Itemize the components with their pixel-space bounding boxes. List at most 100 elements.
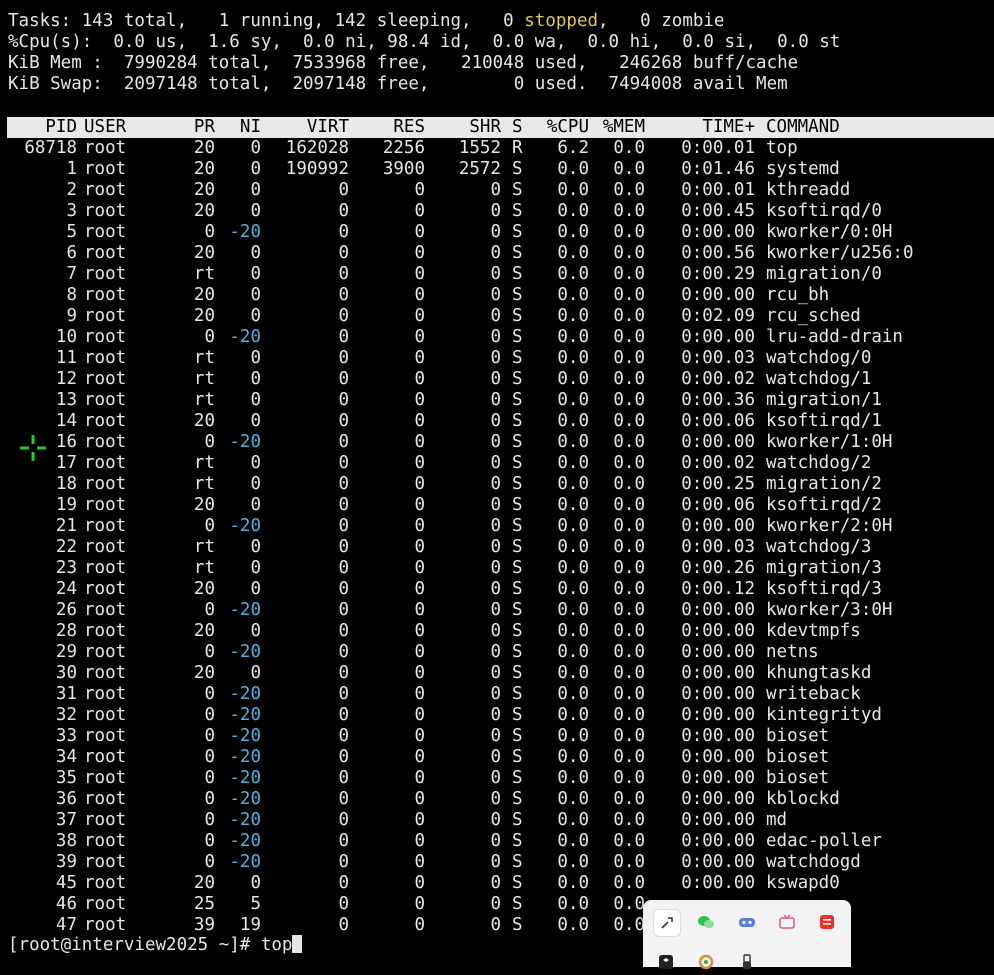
cell-pid: 30 <box>55 663 77 683</box>
cell-mem: 0.0 <box>613 495 645 515</box>
cell-shr: 0 <box>490 369 501 389</box>
process-list: 68718 root 20 0 162028 2256 1552 R 6.2 0.0 0:00.01… <box>7 138 994 936</box>
shell-prompt[interactable]: [root@interview2025 ~]# top <box>8 935 303 956</box>
cell-mem: 0.0 <box>613 726 645 746</box>
cell-virt: 0 <box>338 432 349 452</box>
cell-res: 0 <box>414 537 425 557</box>
browser-icon[interactable] <box>693 949 719 975</box>
wechat-icon[interactable] <box>693 909 719 935</box>
game-controller-icon[interactable] <box>734 909 760 935</box>
cell-state: S <box>512 369 523 389</box>
cell-mem: 0.0 <box>613 138 645 158</box>
cell-shr: 0 <box>490 432 501 452</box>
cell-time: 0:00.26 <box>681 558 755 578</box>
cell-virt: 0 <box>338 390 349 410</box>
cell-state: S <box>512 432 523 452</box>
cell-ni: 0 <box>250 369 261 389</box>
cell-pr: rt <box>193 390 215 410</box>
cell-shr: 0 <box>490 411 501 431</box>
cell-command: watchdog/0 <box>766 348 872 368</box>
cell-res: 0 <box>414 579 425 599</box>
cell-user: root <box>84 894 127 914</box>
cell-shr: 0 <box>490 600 501 620</box>
cell-virt: 0 <box>338 306 349 326</box>
cell-user: root <box>84 747 127 767</box>
cell-command: ksoftirqd/2 <box>766 495 882 515</box>
cell-pr: 20 <box>193 306 215 326</box>
cell-ni: -20 <box>229 327 261 347</box>
tool-icon[interactable] <box>653 909 681 937</box>
cell-cpu: 0.0 <box>557 327 589 347</box>
cell-state: S <box>512 495 523 515</box>
cell-user: root <box>84 768 127 788</box>
usb-icon[interactable] <box>734 949 760 975</box>
cell-state: S <box>512 810 523 830</box>
cell-pid: 24 <box>55 579 77 599</box>
cell-time: 0:00.25 <box>681 474 755 494</box>
cell-mem: 0.0 <box>613 348 645 368</box>
cell-pr: 0 <box>204 726 215 746</box>
cell-res: 0 <box>414 348 425 368</box>
process-row: 39 root 0 -20 0 0 0 S 0.0 0.0 0:00.00 watchdogd <box>7 852 994 873</box>
cell-pid: 3 <box>66 201 77 221</box>
cell-cpu: 0.0 <box>557 684 589 704</box>
cell-res: 0 <box>414 306 425 326</box>
cell-res: 0 <box>414 201 425 221</box>
cell-pid: 7 <box>66 264 77 284</box>
cell-pr: rt <box>193 558 215 578</box>
process-row: 29 root 0 -20 0 0 0 S 0.0 0.0 0:00.00 netns <box>7 642 994 663</box>
cell-user: root <box>84 558 127 578</box>
cell-time: 0:00.00 <box>681 285 755 305</box>
cell-cpu: 0.0 <box>557 768 589 788</box>
cell-command: bioset <box>766 747 830 767</box>
cell-virt: 0 <box>338 789 349 809</box>
cell-state: S <box>512 642 523 662</box>
cell-pid: 6 <box>66 243 77 263</box>
cell-shr: 0 <box>490 789 501 809</box>
cell-state: S <box>512 264 523 284</box>
cell-pr: rt <box>193 474 215 494</box>
cell-shr: 0 <box>490 642 501 662</box>
tv-icon[interactable] <box>774 909 800 935</box>
cell-state: S <box>512 600 523 620</box>
cell-command: systemd <box>766 159 840 179</box>
cell-virt: 0 <box>338 705 349 725</box>
cell-shr: 0 <box>490 306 501 326</box>
cell-ni: 0 <box>250 558 261 578</box>
process-row: 23 root rt 0 0 0 0 S 0.0 0.0 0:00.26 migration/3 <box>7 558 994 579</box>
process-row: 21 root 0 -20 0 0 0 S 0.0 0.0 0:00.00 kworker/2:0H <box>7 516 994 537</box>
cell-shr: 0 <box>490 516 501 536</box>
cell-command: rcu_bh <box>766 285 830 305</box>
cell-user: root <box>84 348 127 368</box>
cell-time: 0:00.29 <box>681 264 755 284</box>
cell-mem: 0.0 <box>613 222 645 242</box>
cell-user: root <box>84 222 127 242</box>
cell-cpu: 0.0 <box>557 285 589 305</box>
col-cpu: %CPU <box>546 117 589 137</box>
cell-virt: 0 <box>338 726 349 746</box>
cell-shr: 0 <box>490 348 501 368</box>
cell-res: 0 <box>414 495 425 515</box>
cell-res: 0 <box>414 558 425 578</box>
process-row: 18 root rt 0 0 0 0 S 0.0 0.0 0:00.25 migration/2 <box>7 474 994 495</box>
cell-ni: 0 <box>250 201 261 221</box>
cell-command: watchdog/2 <box>766 453 872 473</box>
cell-pr: 20 <box>193 621 215 641</box>
cell-pr: 20 <box>193 243 215 263</box>
cell-res: 0 <box>414 810 425 830</box>
cell-virt: 0 <box>338 348 349 368</box>
cell-cpu: 0.0 <box>557 495 589 515</box>
box-icon[interactable] <box>653 949 679 975</box>
cell-command: migration/1 <box>766 390 882 410</box>
cell-command: ksoftirqd/0 <box>766 201 882 221</box>
cell-res: 0 <box>414 915 425 935</box>
cell-cpu: 0.0 <box>557 642 589 662</box>
cell-pid: 31 <box>55 684 77 704</box>
cell-command: lru-add-drain <box>766 327 903 347</box>
news-icon[interactable] <box>814 909 840 935</box>
cell-res: 0 <box>414 390 425 410</box>
cell-ni: -20 <box>229 726 261 746</box>
cell-virt: 0 <box>338 516 349 536</box>
cell-pr: rt <box>193 453 215 473</box>
cell-user: root <box>84 684 127 704</box>
